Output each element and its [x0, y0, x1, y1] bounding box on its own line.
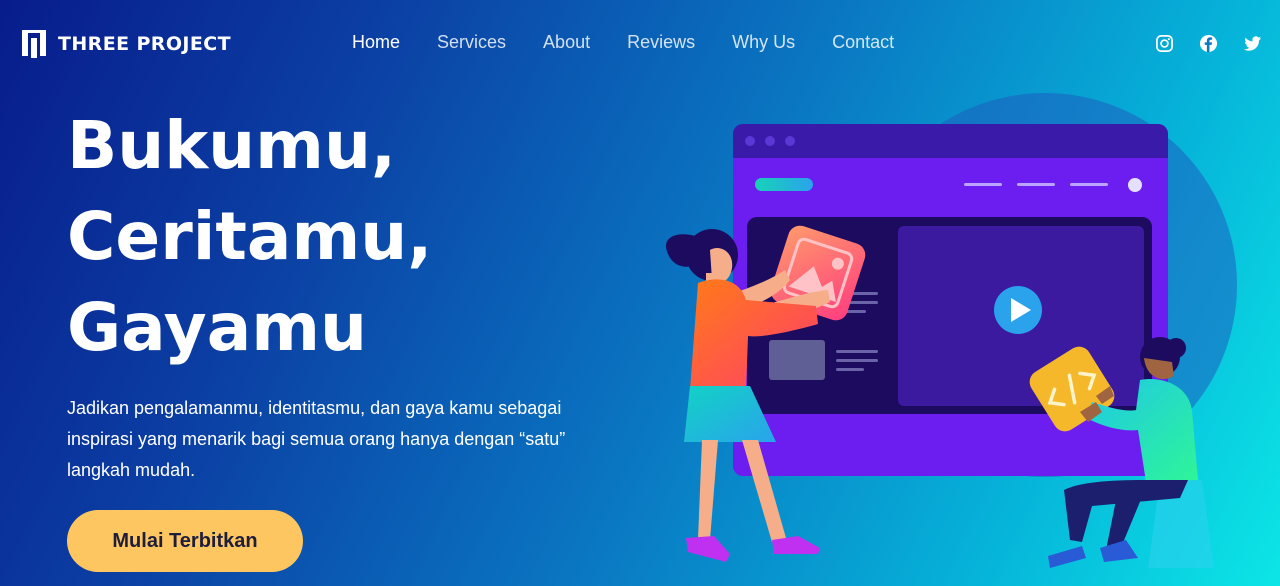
hero-subtitle: Jadikan pengalamanmu, identitasmu, dan g… — [67, 398, 566, 480]
top-navigation: THREE PROJECT Home Services About Review… — [0, 0, 1280, 88]
main-menu: Home Services About Reviews Why Us Conta… — [352, 32, 931, 53]
headline-line-3: Gayamu — [67, 289, 367, 366]
start-publishing-button[interactable]: Mulai Terbitkan — [67, 510, 303, 572]
social-links — [1130, 34, 1262, 53]
headline-line-2: Ceritamu, — [67, 198, 433, 275]
nav-item-why-us[interactable]: Why Us — [732, 32, 795, 53]
nav-item-about[interactable]: About — [543, 32, 590, 53]
twitter-icon[interactable] — [1243, 34, 1262, 53]
hero-section: Bukumu, Ceritamu, Gayamu Jadikan pengala… — [67, 100, 667, 486]
bars-logo-icon — [22, 30, 46, 58]
headline-line-1: Bukumu, — [67, 107, 397, 184]
nav-item-reviews[interactable]: Reviews — [627, 32, 695, 53]
nav-item-contact[interactable]: Contact — [832, 32, 894, 53]
nav-item-services[interactable]: Services — [437, 32, 506, 53]
brand-name: THREE PROJECT — [58, 33, 231, 55]
hero-headline: Bukumu, Ceritamu, Gayamu — [67, 100, 667, 373]
brand-logo[interactable]: THREE PROJECT — [22, 30, 231, 58]
nav-item-home[interactable]: Home — [352, 32, 400, 53]
hero-illustration — [666, 93, 1237, 568]
facebook-icon[interactable] — [1199, 34, 1218, 53]
instagram-icon[interactable] — [1155, 34, 1174, 53]
play-icon[interactable] — [994, 286, 1042, 334]
